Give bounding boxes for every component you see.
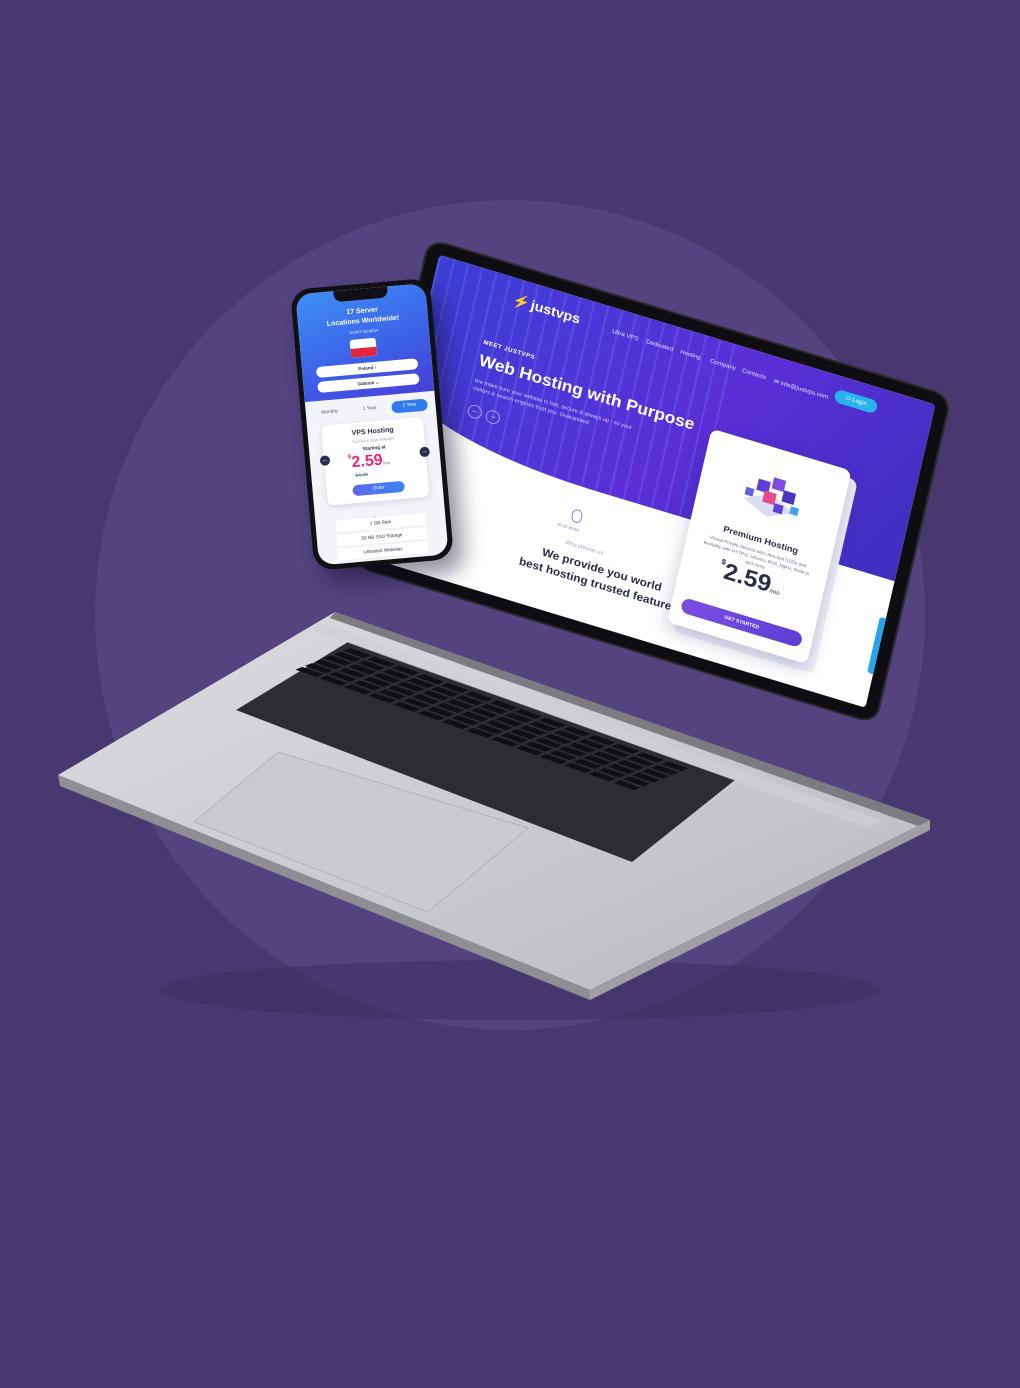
arrow-left-icon: ←	[470, 406, 480, 416]
phone-plan-card: VPS Hosting For fast & large websites St…	[320, 416, 430, 506]
laptop-website-screen: ⚡justvps Ultra VPS Dedicated Hosting Com…	[369, 254, 936, 708]
phone-price-amount: 2.59	[350, 451, 384, 472]
arrow-right-icon: →	[421, 448, 428, 456]
contact-email[interactable]: ✉ info@justvps.com	[773, 378, 829, 401]
phone-device: 17 Server Locations Worldwide! Select lo…	[290, 277, 455, 571]
phone-screen: 17 Server Locations Worldwide! Select lo…	[295, 283, 449, 566]
laptop-screen-assembly: ⚡justvps Ultra VPS Dedicated Hosting Com…	[354, 240, 960, 800]
chevron-right-icon: ›	[374, 364, 377, 370]
poland-flag-icon	[349, 337, 378, 358]
carousel-next-button[interactable]: →	[419, 446, 431, 458]
tab-1-year[interactable]: 1 Year	[351, 402, 388, 417]
chevron-down-icon: ⌄	[375, 379, 380, 385]
tab-monthly[interactable]: Monthly	[311, 405, 348, 420]
arrow-left-icon: ←	[321, 457, 329, 464]
nav-company[interactable]: Company	[709, 359, 736, 372]
get-started-button[interactable]: GET STARTED	[679, 597, 804, 649]
nav-hosting[interactable]: Hosting	[679, 350, 701, 362]
login-button[interactable]: ⚇ Login	[833, 388, 879, 415]
phone-old-price: $4.20	[355, 471, 369, 479]
mouse-scroll-icon[interactable]	[570, 508, 584, 525]
phone-price-period: /mo	[382, 459, 391, 466]
order-button[interactable]: Order	[352, 480, 406, 497]
arrow-right-icon: →	[488, 412, 498, 422]
nav-contacts[interactable]: Contacts	[741, 368, 766, 381]
nav-dedicated[interactable]: Dedicated	[645, 339, 673, 353]
tab-2-year[interactable]: 2 Year	[391, 398, 429, 414]
server-cubes-illustration	[743, 477, 800, 517]
phone-plan-price: $2.59/mo	[348, 451, 391, 473]
price-period: /mo	[768, 588, 781, 598]
side-chat-tab[interactable]	[867, 616, 886, 675]
nav-ultra-vps[interactable]: Ultra VPS	[611, 329, 639, 343]
phone-hero: 17 Server Locations Worldwide! Select lo…	[295, 283, 435, 403]
